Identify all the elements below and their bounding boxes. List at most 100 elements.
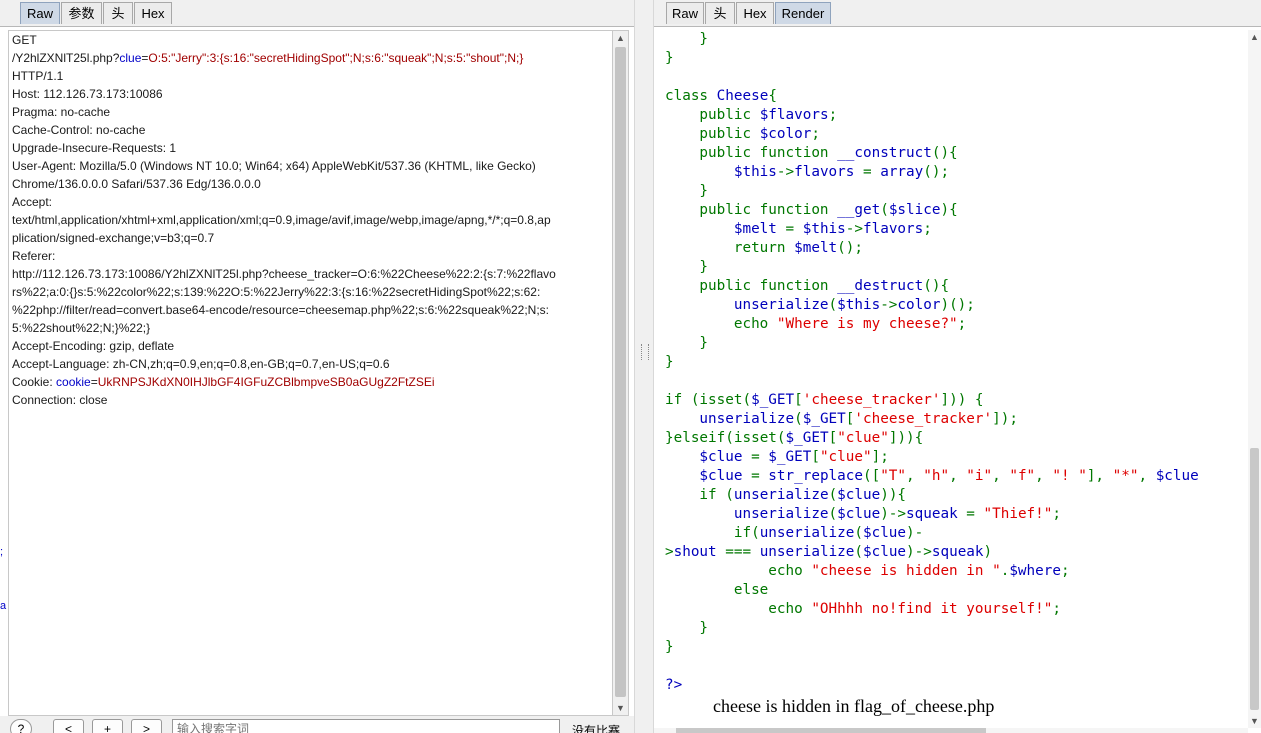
code-token: $_GET (802, 411, 846, 427)
code-token: unserialize (759, 544, 855, 560)
scroll-down-icon[interactable]: ▼ (613, 701, 628, 715)
param-key-clue: clue (119, 51, 142, 65)
code-token: = (863, 164, 881, 180)
code-token: [ (811, 449, 820, 465)
code-token: ( (751, 525, 760, 541)
scroll-up-icon[interactable]: ▲ (613, 31, 628, 45)
request-tab-headers[interactable]: 头 (103, 2, 133, 24)
code-token: $this (665, 164, 777, 180)
code-token: ; (828, 107, 838, 123)
code-token: ]; (871, 449, 889, 465)
code-token: $where (1009, 563, 1061, 579)
code-token: $clue (863, 544, 907, 560)
code-token: ])){ (888, 430, 924, 446)
code-token: (); (837, 240, 863, 256)
code-token: flavors (863, 221, 924, 237)
code-line: return $melt(); (654, 239, 1248, 258)
request-tab-raw[interactable]: Raw (20, 2, 60, 24)
code-token: "clue" (837, 430, 889, 446)
code-token: "cheese is hidden in " (811, 563, 1001, 579)
response-tab-raw[interactable]: Raw (666, 2, 704, 24)
code-token: }elseif (665, 430, 726, 446)
code-line: if (isset($_GET['cheese_tracker'])) { (654, 391, 1248, 410)
hscroll-thumb[interactable] (676, 728, 986, 733)
header-referer-value-cont: 5:%22shout%22;N;}%22;} (12, 321, 151, 335)
code-line: } (665, 354, 674, 370)
header-user-agent-cont: Chrome/136.0.0.0 Safari/537.36 Edg/136.0… (12, 177, 261, 191)
code-line: $clue = str_replace(["T", "h", "i", "f",… (654, 467, 1248, 486)
code-line: }elseif(isset($_GET["clue"])){ (654, 429, 1248, 448)
code-line: ​ (654, 657, 1248, 676)
code-token: unserialize (733, 487, 829, 503)
code-line: $clue = $_GET["clue"]; (654, 448, 1248, 467)
code-token: 'cheese_tracker' (854, 411, 993, 427)
code-line: public function __get($slice){ (654, 201, 1248, 220)
code-token: $clue (837, 487, 881, 503)
code-token: $_GET (785, 430, 829, 446)
pane-divider[interactable] (634, 0, 654, 733)
code-token: $flavors (759, 107, 829, 123)
code-token: public function (665, 145, 838, 161)
code-token: unserialize (759, 525, 855, 541)
code-token: )(); (940, 297, 975, 313)
code-token: array (880, 164, 924, 180)
code-token: ; (1052, 601, 1061, 617)
code-token: ], (1086, 468, 1113, 484)
scroll-thumb[interactable] (1250, 448, 1259, 710)
code-line: } (665, 183, 709, 199)
code-token: "Thief!" (983, 506, 1053, 522)
add-button[interactable]: + (92, 719, 123, 733)
code-token: , (1138, 468, 1156, 484)
request-tab-params[interactable]: 参数 (61, 2, 102, 24)
scroll-thumb[interactable] (615, 47, 626, 697)
cookie-key: cookie (56, 375, 91, 389)
response-tab-headers[interactable]: 头 (705, 2, 735, 24)
scroll-up-icon[interactable]: ▲ (1248, 30, 1261, 44)
response-hscrollbar[interactable] (654, 728, 1248, 733)
code-token: squeak (931, 544, 984, 560)
response-scrollbar[interactable]: ▲ ▼ (1248, 30, 1261, 728)
response-tab-hex[interactable]: Hex (736, 2, 774, 24)
code-line: } (665, 31, 709, 47)
divider-grip-icon[interactable] (641, 344, 649, 360)
header-host: Host: 112.126.73.173:10086 (12, 87, 163, 101)
code-line: echo "cheese is hidden in ".$where; (654, 562, 1248, 581)
code-line: } (665, 259, 709, 275)
prev-match-button[interactable]: < (53, 719, 84, 733)
code-token: echo (665, 316, 777, 332)
request-tab-hex[interactable]: Hex (134, 2, 172, 24)
code-token: [ (794, 392, 803, 408)
code-token: $clue (665, 449, 752, 465)
code-line: >shout === unserialize($clue)->squeak) (654, 543, 1248, 562)
response-tab-render[interactable]: Render (775, 2, 831, 24)
code-line: public $color; (654, 125, 1248, 144)
code-token: public (665, 126, 760, 142)
code-token: -> (776, 164, 795, 180)
code-token: $clue (837, 506, 881, 522)
search-input[interactable] (172, 719, 560, 733)
header-accept-value-cont: plication/signed-exchange;v=b3;q=0.7 (12, 231, 215, 245)
scroll-down-icon[interactable]: ▼ (1248, 714, 1261, 728)
header-upgrade: Upgrade-Insecure-Requests: 1 (12, 141, 177, 155)
cookie-eq: = (90, 375, 98, 389)
code-token: -> (880, 297, 898, 313)
render-view: } } ​ class Cheese{ public $flavors; pub… (654, 30, 1248, 728)
help-button[interactable]: ? (10, 719, 32, 733)
request-scrollbar[interactable]: ▲ ▼ (612, 30, 629, 716)
gutter: ; a (0, 0, 8, 733)
code-line: ​ (654, 372, 1248, 391)
match-count: 没有比赛 (572, 724, 621, 733)
raw-request-editor[interactable]: GET /Y2hlZXNlT25l.php?clue=O:5:"Jerry":3… (8, 30, 612, 716)
code-token: if (665, 487, 726, 503)
code-token: $clue (1155, 468, 1199, 484)
code-token: , (906, 468, 924, 484)
code-token: $_GET (768, 449, 812, 465)
header-connection: Connection: close (12, 393, 108, 407)
request-tab-bar: Raw 参数 头 Hex (0, 0, 634, 27)
code-token: class (665, 88, 717, 104)
code-token: "clue" (819, 449, 872, 465)
code-token: public function (665, 202, 838, 218)
code-line: } (665, 639, 674, 655)
response-tab-bar: Raw 头 Hex Render (654, 0, 1261, 27)
next-match-button[interactable]: > (131, 719, 162, 733)
